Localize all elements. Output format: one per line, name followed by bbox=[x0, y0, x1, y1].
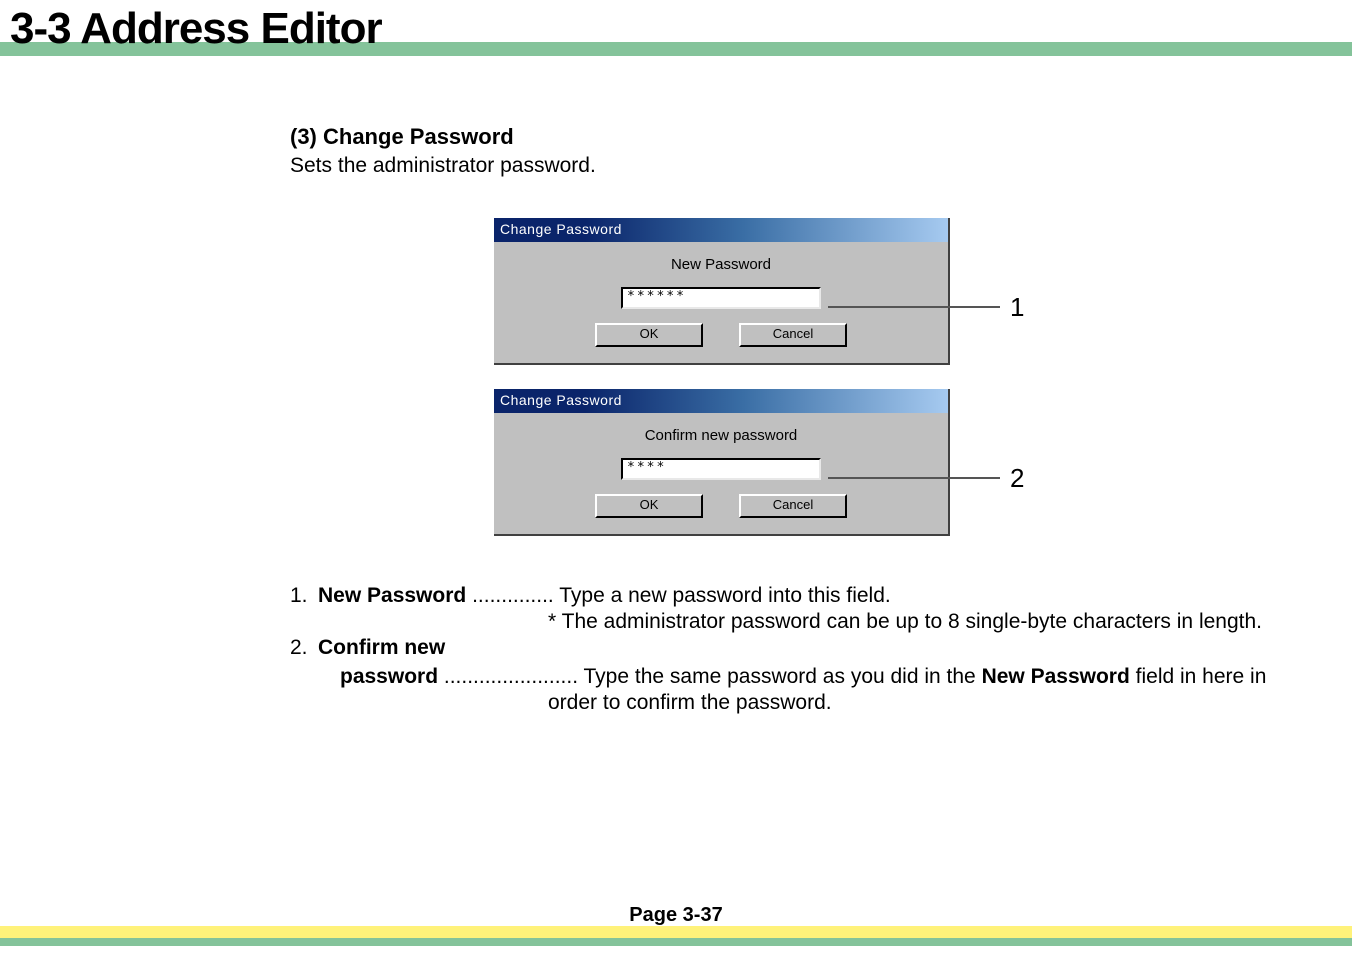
document-page: 3-3 Address Editor (3) Change Password S… bbox=[0, 0, 1352, 954]
list-item-1: 1. New Password .............. Type a ne… bbox=[290, 582, 1350, 610]
callout-number-1: 1 bbox=[1010, 292, 1024, 323]
list-item-label: New Password bbox=[318, 584, 466, 607]
dialog-body: New Password ****** OK Cancel bbox=[494, 242, 948, 363]
footer-yellow-bar bbox=[0, 926, 1352, 938]
dialog-titlebar: Change Password bbox=[494, 218, 948, 242]
dialog-2-wrap: Change Password Confirm new password ***… bbox=[494, 389, 1350, 536]
list-item-dots: ....................... bbox=[438, 665, 583, 688]
list-item-body: password ....................... Type th… bbox=[340, 663, 1266, 691]
list-item-dots: .............. bbox=[466, 584, 559, 607]
section-description: Sets the administrator password. bbox=[290, 154, 1350, 178]
dialog-1-wrap: Change Password New Password ****** OK C… bbox=[494, 218, 1350, 365]
callout-line-2 bbox=[828, 477, 1000, 479]
page-title: 3-3 Address Editor bbox=[10, 4, 382, 54]
confirm-password-input[interactable]: **** bbox=[621, 458, 821, 480]
callout-line-1 bbox=[828, 306, 1000, 308]
list-item-text: Type a new password into this field. bbox=[559, 584, 891, 607]
confirm-password-label: Confirm new password bbox=[494, 427, 948, 444]
list-item-2-continuation: order to confirm the password. bbox=[548, 691, 1350, 715]
list-item-body: New Password .............. Type a new p… bbox=[318, 582, 891, 610]
dialogs-illustration: Change Password New Password ****** OK C… bbox=[494, 218, 1350, 536]
list-item-2: 2. Confirm new bbox=[290, 634, 1350, 662]
page-number: Page 3-37 bbox=[629, 904, 722, 927]
cancel-button[interactable]: Cancel bbox=[739, 323, 847, 347]
page-footer: Page 3-37 bbox=[0, 926, 1352, 946]
cancel-button[interactable]: Cancel bbox=[739, 494, 847, 518]
list-item-text-a: Type the same password as you did in the bbox=[584, 665, 982, 688]
dialog-body: Confirm new password **** OK Cancel bbox=[494, 413, 948, 534]
callout-number-2: 2 bbox=[1010, 463, 1024, 494]
list-item-label-line1: Confirm new bbox=[318, 634, 445, 662]
definition-list: 1. New Password .............. Type a ne… bbox=[290, 582, 1350, 715]
list-item-text-b: field in here in bbox=[1130, 665, 1267, 688]
list-item-number: 1. bbox=[290, 582, 318, 610]
dialog-titlebar: Change Password bbox=[494, 389, 948, 413]
ok-button[interactable]: OK bbox=[595, 494, 703, 518]
new-password-label: New Password bbox=[494, 256, 948, 273]
section-heading: (3) Change Password bbox=[290, 124, 1350, 150]
list-item-1-note: * The administrator password can be up t… bbox=[548, 610, 1350, 634]
dialog-button-row: OK Cancel bbox=[494, 323, 948, 347]
new-password-input[interactable]: ****** bbox=[621, 287, 821, 309]
list-item-label-line2: password bbox=[340, 665, 438, 688]
list-item-bold: New Password bbox=[982, 665, 1130, 688]
content-area: (3) Change Password Sets the administrat… bbox=[290, 124, 1350, 715]
ok-button[interactable]: OK bbox=[595, 323, 703, 347]
page-header: 3-3 Address Editor bbox=[0, 6, 1352, 56]
list-item-number: 2. bbox=[290, 634, 318, 662]
change-password-dialog-1: Change Password New Password ****** OK C… bbox=[494, 218, 950, 365]
change-password-dialog-2: Change Password Confirm new password ***… bbox=[494, 389, 950, 536]
list-item-2-line2: password ....................... Type th… bbox=[340, 663, 1350, 691]
dialog-button-row: OK Cancel bbox=[494, 494, 948, 518]
